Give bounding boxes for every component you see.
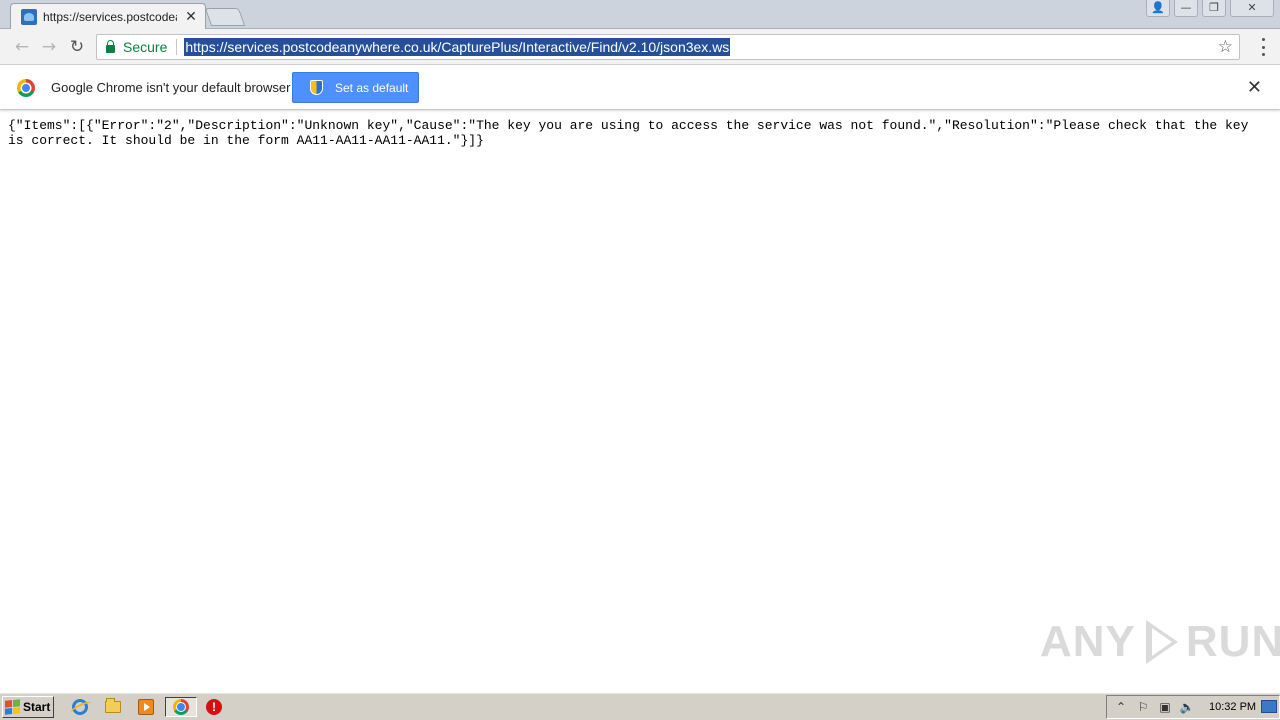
start-button[interactable]: Start <box>2 696 54 718</box>
back-arrow-icon[interactable]: ← <box>12 37 32 57</box>
site-favicon-icon <box>21 9 37 25</box>
action-center-flag-icon[interactable]: ⚐ <box>1135 699 1151 715</box>
infobar-close-icon[interactable]: ✕ <box>1247 77 1262 98</box>
browser-toolbar: ← → ↻ Secure https://services.postcodean… <box>0 29 1280 65</box>
uac-shield-icon <box>310 80 323 95</box>
secure-label[interactable]: Secure <box>123 39 167 55</box>
json-response-text: {"Items":[{"Error":"2","Description":"Un… <box>8 118 1257 148</box>
minimize-button[interactable]: — <box>1174 0 1198 17</box>
browser-tab[interactable]: https://services.postcodear ✕ <box>10 3 206 30</box>
tray-expand-icon[interactable]: ⌃ <box>1113 699 1129 715</box>
default-browser-infobar: Google Chrome isn't your default browser… <box>0 65 1280 110</box>
clock-time[interactable]: 10:32 PM <box>1209 701 1256 713</box>
volume-icon[interactable]: 🔈 <box>1179 699 1195 715</box>
new-tab-button[interactable] <box>204 8 246 26</box>
chrome-menu-icon[interactable] <box>1262 38 1266 56</box>
folder-icon[interactable] <box>102 697 124 717</box>
media-player-icon[interactable] <box>135 697 157 717</box>
watermark-run-text: RUN <box>1185 617 1280 666</box>
windows-taskbar: Start ! ⌃ ⚐ ▣ 🔈 10:32 PM <box>0 692 1280 720</box>
watermark-play-icon <box>1142 616 1180 668</box>
system-tray: ⌃ ⚐ ▣ 🔈 10:32 PM <box>1106 695 1280 719</box>
omnibox-divider <box>176 39 178 55</box>
start-label: Start <box>23 700 51 714</box>
internet-explorer-icon[interactable] <box>69 697 91 717</box>
reload-icon[interactable]: ↻ <box>67 37 87 57</box>
anyrun-watermark: ANY RUN <box>1040 612 1280 672</box>
set-as-default-label: Set as default <box>335 80 409 95</box>
tab-title: https://services.postcodear <box>43 10 177 24</box>
infobar-message: Google Chrome isn't your default browser <box>51 80 291 95</box>
stop-icon[interactable]: ! <box>203 697 225 717</box>
restore-button[interactable]: ❐ <box>1202 0 1226 17</box>
window-controls: 👤 — ❐ ✕ <box>1146 0 1274 18</box>
show-desktop-icon[interactable] <box>1261 700 1277 713</box>
forward-arrow-icon[interactable]: → <box>39 37 59 57</box>
tab-strip: https://services.postcodear ✕ 👤 — ❐ ✕ <box>0 0 1280 30</box>
address-bar[interactable]: Secure https://services.postcodeanywhere… <box>96 34 1240 60</box>
watermark-any-text: ANY <box>1040 617 1136 666</box>
profile-icon[interactable]: 👤 <box>1146 0 1170 17</box>
network-icon[interactable]: ▣ <box>1157 699 1173 715</box>
lock-icon[interactable] <box>106 40 115 53</box>
url-text[interactable]: https://services.postcodeanywhere.co.uk/… <box>184 38 731 56</box>
windows-flag-icon <box>5 699 20 715</box>
chrome-logo-icon <box>17 79 35 97</box>
tab-close-icon[interactable]: ✕ <box>183 9 199 25</box>
bookmark-star-icon[interactable]: ☆ <box>1218 37 1233 57</box>
window-close-button[interactable]: ✕ <box>1230 0 1274 17</box>
set-as-default-button[interactable]: Set as default <box>292 72 419 103</box>
chrome-taskbar-icon[interactable] <box>165 697 197 717</box>
